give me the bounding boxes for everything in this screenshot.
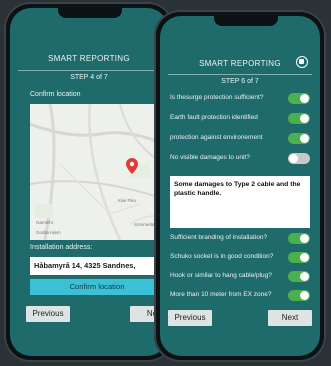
toggle-schuko-socket[interactable] (288, 252, 310, 263)
map-pin-icon[interactable] (126, 158, 138, 174)
map-label-1: Kiwi Fiko (118, 198, 137, 203)
question-hook: Hook or similar to hang cable/plug? (170, 272, 272, 279)
header-divider (18, 70, 160, 71)
screen-step4: SMART REPORTING STEP 4 of 7 Confirm loca… (10, 8, 168, 356)
step-indicator: STEP 6 of 7 (221, 78, 259, 85)
confirm-location-button[interactable]: Confirm location (30, 279, 164, 295)
toggle-ex-zone[interactable] (288, 290, 310, 301)
address-field[interactable]: Håbamyrå 14, 4325 Sandnes, Norway (30, 257, 164, 288)
toggle-visible-damages[interactable] (288, 153, 310, 164)
toggle-surge-protection[interactable] (288, 93, 310, 104)
map-label-4: Godlia Hjem (36, 230, 61, 235)
question-ex-zone: More than 10 meter from EX zone? (170, 291, 272, 298)
toggle-hook[interactable] (288, 271, 310, 282)
app-title: SMART REPORTING (48, 54, 130, 63)
phone-right: SMART REPORTING STEP 6 of 7 Is thesurge … (154, 10, 326, 362)
screen-step6: SMART REPORTING STEP 6 of 7 Is thesurge … (160, 16, 320, 356)
map-view[interactable]: Kiwi Fiko Sommerland Gamlehi Godlia Hjem (30, 104, 164, 240)
question-branding: Sufficient branding of installation? (170, 234, 268, 241)
phone-left: SMART REPORTING STEP 4 of 7 Confirm loca… (4, 2, 174, 362)
toggle-branding[interactable] (288, 233, 310, 244)
previous-button[interactable]: Previous (168, 310, 212, 326)
question-surge-protection: Is thesurge protection sufficient? (170, 94, 264, 101)
notch (58, 8, 122, 18)
question-environment: protection against environement (170, 134, 263, 141)
toggle-earth-fault[interactable] (288, 113, 310, 124)
question-visible-damages: No visible damages to unit? (170, 154, 250, 161)
save-icon[interactable] (296, 56, 308, 68)
next-button[interactable]: Next (268, 310, 312, 326)
question-earth-fault: Earth fault protection identified (170, 114, 258, 121)
header-divider (168, 74, 312, 75)
confirm-location-label: Confirm location (30, 91, 81, 98)
map-label-3: Gamlehi (36, 220, 53, 225)
question-schuko-socket: Schuko socket is in good condition? (170, 253, 274, 260)
previous-button[interactable]: Previous (26, 306, 70, 322)
notch (214, 16, 278, 26)
damage-comment-field[interactable]: Some damages to Type 2 cable and the pla… (170, 176, 310, 228)
installation-address-label: Installation address: (30, 244, 93, 251)
step-indicator: STEP 4 of 7 (70, 74, 108, 81)
toggle-environment[interactable] (288, 133, 310, 144)
